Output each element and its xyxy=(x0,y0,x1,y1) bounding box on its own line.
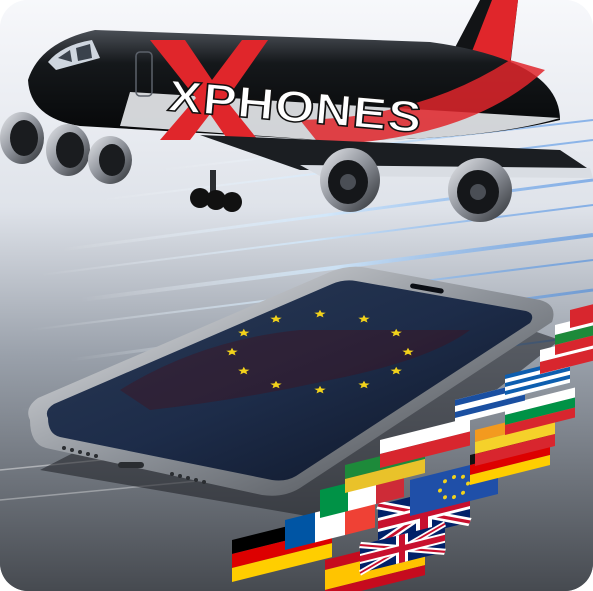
image-frame: XPHONES xyxy=(0,0,593,591)
scene-illustration: XPHONES xyxy=(0,0,593,591)
